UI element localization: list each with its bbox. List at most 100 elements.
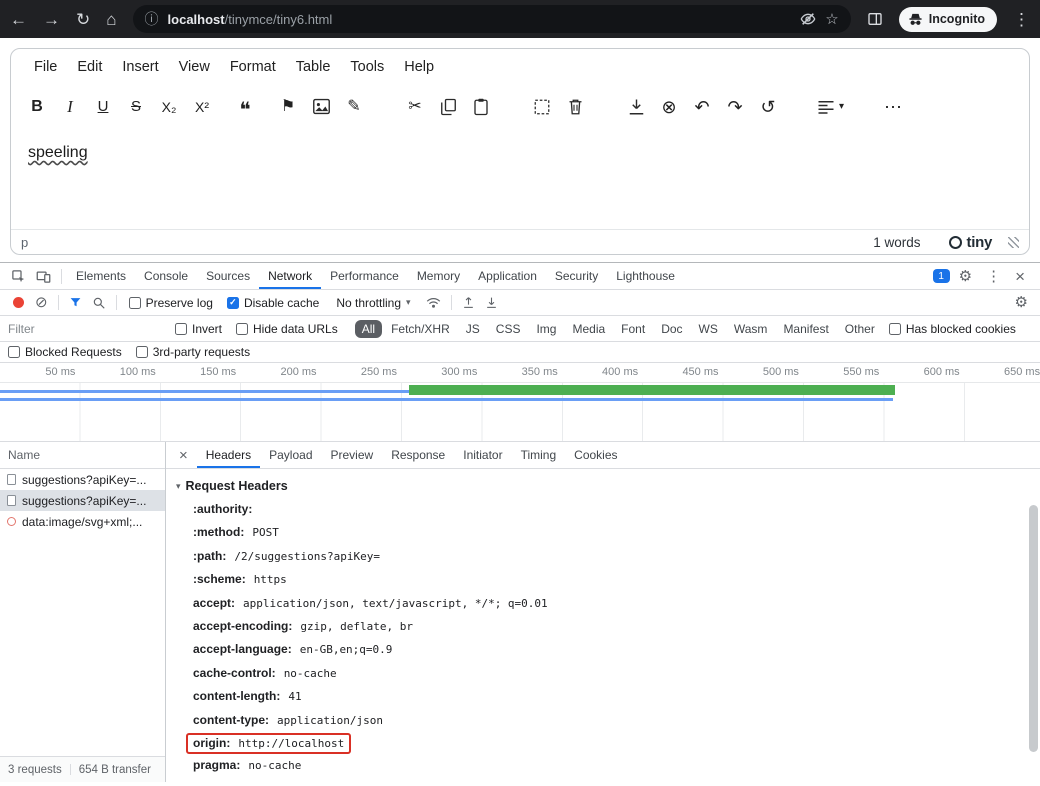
checkbox-unchecked[interactable] bbox=[8, 346, 20, 358]
element-path[interactable]: p bbox=[21, 235, 28, 250]
cut-button[interactable]: ✂ bbox=[403, 92, 427, 122]
checkbox-unchecked[interactable] bbox=[175, 323, 187, 335]
scrollbar-thumb[interactable] bbox=[1029, 505, 1038, 752]
hide-data-urls-checkbox[interactable]: Hide data URLs bbox=[236, 322, 338, 336]
has-blocked-cookies-label[interactable]: Has blocked cookies bbox=[906, 322, 1016, 336]
align-button[interactable]: ▾ bbox=[817, 92, 844, 122]
request-row[interactable]: data:image/svg+xml;... bbox=[0, 511, 165, 532]
tab-payload[interactable]: Payload bbox=[260, 442, 321, 468]
address-bar[interactable]: ⓘ localhost/tinymce/tiny6.html ☆ bbox=[133, 5, 851, 33]
filter-type-font[interactable]: Font bbox=[614, 320, 652, 338]
tab-security[interactable]: Security bbox=[546, 263, 607, 289]
download-button[interactable] bbox=[624, 92, 648, 122]
preserve-log-checkbox[interactable]: Preserve log bbox=[129, 296, 213, 310]
browser-menu-icon[interactable]: ⋮ bbox=[1013, 11, 1030, 28]
filter-type-css[interactable]: CSS bbox=[489, 320, 528, 338]
editor-content-area[interactable]: speeling bbox=[11, 131, 1029, 229]
name-column-header[interactable]: Name bbox=[0, 442, 165, 469]
select-all-button[interactable] bbox=[530, 92, 554, 122]
hide-data-urls-label[interactable]: Hide data URLs bbox=[253, 322, 338, 336]
third-party-requests-checkbox[interactable]: 3rd-party requests bbox=[136, 345, 250, 359]
filter-type-all[interactable]: All bbox=[355, 320, 382, 338]
tab-console[interactable]: Console bbox=[135, 263, 197, 289]
close-devtools-icon[interactable]: × bbox=[1010, 268, 1030, 285]
menu-tools[interactable]: Tools bbox=[341, 56, 393, 78]
tracking-protection-icon[interactable] bbox=[800, 11, 816, 27]
redo-button[interactable]: ↷ bbox=[723, 92, 747, 122]
superscript-button[interactable]: X² bbox=[190, 92, 214, 122]
inspect-element-icon[interactable] bbox=[6, 269, 31, 284]
cancel-button[interactable]: ⊗ bbox=[657, 92, 681, 122]
request-row[interactable]: suggestions?apiKey=... bbox=[0, 469, 165, 490]
filter-type-img[interactable]: Img bbox=[529, 320, 563, 338]
tab-timing[interactable]: Timing bbox=[512, 442, 566, 468]
disclosure-triangle-icon[interactable]: ▾ bbox=[176, 481, 181, 492]
subscript-button[interactable]: X₂ bbox=[157, 92, 181, 122]
checkbox-unchecked[interactable] bbox=[129, 297, 141, 309]
menu-table[interactable]: Table bbox=[287, 56, 340, 78]
search-icon[interactable] bbox=[87, 296, 111, 310]
request-headers-section[interactable]: ▾ Request Headers bbox=[176, 476, 1040, 496]
misspelled-word[interactable]: speeling bbox=[28, 144, 88, 161]
tab-preview[interactable]: Preview bbox=[322, 442, 383, 468]
invert-checkbox[interactable]: Invert bbox=[175, 322, 222, 336]
filter-type-other[interactable]: Other bbox=[838, 320, 882, 338]
side-panel-icon[interactable] bbox=[867, 11, 883, 27]
filter-type-wasm[interactable]: Wasm bbox=[727, 320, 775, 338]
issues-badge[interactable]: 1 bbox=[933, 269, 950, 283]
menu-file[interactable]: File bbox=[25, 56, 66, 78]
home-icon[interactable]: ⌂ bbox=[106, 11, 116, 28]
back-icon[interactable]: ← bbox=[10, 11, 27, 28]
filter-input[interactable] bbox=[8, 322, 168, 336]
clear-icon[interactable]: ⊘ bbox=[30, 295, 53, 310]
blockquote-button[interactable]: ❝ bbox=[233, 92, 257, 122]
reload-icon[interactable]: ↻ bbox=[76, 11, 90, 28]
checkbox-unchecked[interactable] bbox=[136, 346, 148, 358]
has-blocked-cookies-checkbox[interactable]: Has blocked cookies bbox=[889, 322, 1016, 336]
third-party-requests-label[interactable]: 3rd-party requests bbox=[153, 345, 250, 359]
filter-type-media[interactable]: Media bbox=[565, 320, 612, 338]
filter-type-js[interactable]: JS bbox=[459, 320, 487, 338]
blocked-requests-checkbox[interactable]: Blocked Requests bbox=[8, 345, 122, 359]
devtools-settings-icon[interactable]: ⚙ bbox=[954, 269, 977, 284]
site-info-icon[interactable]: ⓘ bbox=[145, 9, 159, 29]
tab-elements[interactable]: Elements bbox=[67, 263, 135, 289]
insert-image-button[interactable] bbox=[309, 92, 333, 122]
more-toolbar-button[interactable]: ⋯ bbox=[881, 92, 905, 122]
strikethrough-button[interactable]: S bbox=[124, 92, 148, 122]
tab-cookies[interactable]: Cookies bbox=[565, 442, 626, 468]
menu-view[interactable]: View bbox=[170, 56, 219, 78]
filter-funnel-icon[interactable] bbox=[64, 296, 87, 309]
network-overview-timeline[interactable]: 50 ms 100 ms 150 ms 200 ms 250 ms 300 ms… bbox=[0, 363, 1040, 442]
menu-edit[interactable]: Edit bbox=[68, 56, 111, 78]
disable-cache-label[interactable]: Disable cache bbox=[244, 296, 319, 310]
menu-format[interactable]: Format bbox=[221, 56, 285, 78]
preserve-log-label[interactable]: Preserve log bbox=[146, 296, 213, 310]
close-detail-icon[interactable]: × bbox=[170, 447, 197, 464]
tab-headers[interactable]: Headers bbox=[197, 442, 260, 468]
filter-type-doc[interactable]: Doc bbox=[654, 320, 689, 338]
tab-lighthouse[interactable]: Lighthouse bbox=[607, 263, 684, 289]
tab-response[interactable]: Response bbox=[382, 442, 454, 468]
request-row-selected[interactable]: suggestions?apiKey=... bbox=[0, 490, 165, 511]
delete-button[interactable] bbox=[563, 92, 587, 122]
tiny-brand[interactable]: tiny bbox=[949, 234, 992, 251]
checkbox-unchecked[interactable] bbox=[889, 323, 901, 335]
menu-insert[interactable]: Insert bbox=[113, 56, 167, 78]
invert-label[interactable]: Invert bbox=[192, 322, 222, 336]
undo-button[interactable]: ↶ bbox=[690, 92, 714, 122]
format-painter-button[interactable]: ⚑ bbox=[276, 92, 300, 122]
disable-cache-checkbox[interactable]: ✓ Disable cache bbox=[227, 296, 319, 310]
italic-button[interactable]: I bbox=[58, 92, 82, 122]
permanent-pen-button[interactable]: ✎ bbox=[342, 92, 366, 122]
forward-icon[interactable]: → bbox=[43, 11, 60, 28]
paste-button[interactable] bbox=[469, 92, 493, 122]
tab-initiator[interactable]: Initiator bbox=[454, 442, 511, 468]
filter-type-ws[interactable]: WS bbox=[692, 320, 725, 338]
restore-draft-button[interactable]: ↺ bbox=[756, 92, 780, 122]
bookmark-star-icon[interactable]: ☆ bbox=[825, 10, 838, 28]
copy-button[interactable] bbox=[436, 92, 460, 122]
menu-help[interactable]: Help bbox=[395, 56, 443, 78]
device-toolbar-icon[interactable] bbox=[31, 269, 56, 284]
filter-type-fetch-xhr[interactable]: Fetch/XHR bbox=[384, 320, 457, 338]
